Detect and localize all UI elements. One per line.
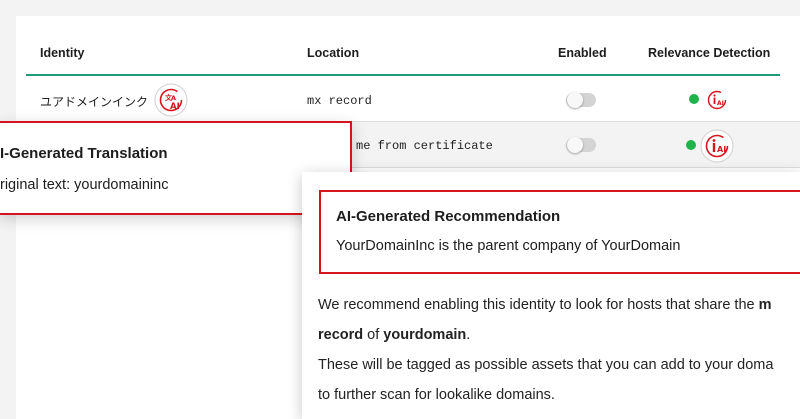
location-value: mx record	[307, 94, 372, 108]
recommendation-paragraph: We recommend enabling this identity to l…	[318, 297, 772, 343]
header-relevance-detection: Relevance Detection	[648, 46, 771, 60]
toggle-knob	[567, 92, 583, 108]
enabled-toggle[interactable]	[566, 137, 596, 153]
header-location: Location	[307, 46, 360, 60]
svg-text:AI: AI	[717, 145, 726, 154]
header-identity: Identity	[40, 46, 85, 60]
info-ai-icon[interactable]: AI	[700, 129, 734, 163]
relevance-status-dot	[686, 140, 696, 150]
info-ai-icon[interactable]: AI	[706, 89, 728, 111]
enabled-toggle[interactable]	[566, 92, 596, 108]
svg-text:AI: AI	[170, 102, 180, 112]
relevance-status-dot	[689, 94, 699, 104]
ai-translation-popup: I-Generated Translation riginal text: yo…	[0, 121, 352, 215]
ai-recommendation-popup: AI-Generated Recommendation YourDomainIn…	[302, 172, 800, 419]
svg-text:AI: AI	[717, 100, 724, 107]
header-enabled: Enabled	[558, 46, 607, 60]
recommendation-highlight-box: AI-Generated Recommendation YourDomainIn…	[319, 190, 800, 274]
translation-popup-title: I-Generated Translation	[0, 145, 168, 162]
recommendation-summary: YourDomainInc is the parent company of Y…	[336, 238, 681, 254]
identity-name: ユアドメインインク	[40, 95, 149, 109]
recommendation-details: These will be tagged as possible assets …	[318, 357, 774, 403]
translate-ai-icon[interactable]: 文 A AI	[154, 83, 188, 117]
svg-text:A: A	[171, 94, 176, 102]
translation-original-text: riginal text: yourdomaininc	[0, 177, 169, 193]
location-value: me from certificate	[356, 139, 493, 153]
toggle-knob	[567, 137, 583, 153]
recommendation-popup-title: AI-Generated Recommendation	[336, 208, 561, 225]
